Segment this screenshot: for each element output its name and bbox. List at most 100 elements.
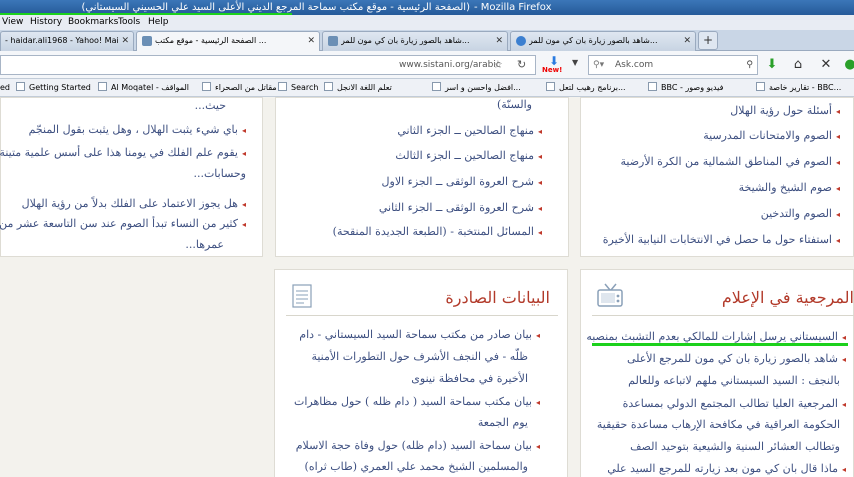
bookmark-barnamaj[interactable]: برنامج رهيب لتعل... <box>546 79 626 97</box>
menu-bar: View History Bookmarks Tools Help <box>0 15 854 30</box>
list-item[interactable]: ◂أسئلة حول رؤية الهلال <box>730 100 840 122</box>
list-item[interactable]: ◂بيان سماحة السيد (دام ظله) حول وفاة حجة… <box>296 435 540 457</box>
list-item[interactable]: ◂بيان مكتب سماحة السيد ( دام ظله ) حول م… <box>294 391 540 413</box>
menu-tools[interactable]: Tools <box>118 15 140 30</box>
menu-view[interactable]: View <box>2 15 23 30</box>
addon-icon[interactable]: ● <box>842 56 854 74</box>
bookmark-afdal[interactable]: افضل واحسن و اسر... <box>432 79 521 97</box>
bookmark-english[interactable]: تعلم اللغة الانجل <box>324 79 392 97</box>
folder-icon <box>202 82 211 91</box>
list-item[interactable]: ◂كثير من النساء تبدأ الصوم عند سن التاسع… <box>0 213 246 235</box>
list-item[interactable]: ◂الصوم والتدخين <box>761 203 840 225</box>
list-item[interactable]: ◂المسائل المنتخبة - (الطبعة الجديدة المن… <box>333 221 542 243</box>
bullet-icon: ◂ <box>841 333 846 342</box>
list-item[interactable]: وتطالب العشائر السنية والشيعية بتوحيد ال… <box>630 436 840 457</box>
bookmark-moqatel-sahra[interactable]: مقاتل من الصحراء <box>202 79 277 97</box>
list-item[interactable]: ◂استفتاء حول ما حصل في الانتخابات النياب… <box>603 229 840 251</box>
bullet-icon: ◂ <box>835 210 840 219</box>
bullet-icon: ◂ <box>241 220 246 229</box>
list-item[interactable]: ◂منهاج الصالحين ــ الجزء الثاني <box>397 120 542 142</box>
list-item[interactable]: ◂ماذا قال بان كي مون بعد زيارته للمرجع ا… <box>607 458 846 477</box>
folder-icon <box>432 82 441 91</box>
bullet-icon: ◂ <box>241 200 246 209</box>
list-item[interactable]: ◂بيان صادر من مكتب سماحة السيد السيستاني… <box>299 324 540 346</box>
folder-icon <box>324 82 333 91</box>
list-item[interactable]: ◂يقوم علم الفلك في يومنا هذا على أسس علم… <box>0 142 246 164</box>
reload-icon[interactable]: ↻ <box>517 56 526 74</box>
new-badge: New! <box>542 66 563 74</box>
bookmark-item[interactable]: ed <box>0 79 10 97</box>
list-item[interactable]: عمرها... <box>185 234 224 255</box>
bookmark-search[interactable]: Search <box>278 79 318 97</box>
list-item[interactable]: ◂منهاج الصالحين ــ الجزء الثالث <box>395 145 542 167</box>
list-item[interactable]: والسنّة) <box>497 97 532 115</box>
tab-label: شاهد بالصور زيارة بان كي مون للمر... <box>341 36 470 45</box>
bullet-icon: ◂ <box>241 126 246 135</box>
list-item[interactable]: ◂صوم الشيخ والشيخة <box>739 177 840 199</box>
bookmark-star-icon[interactable]: ☆ <box>493 56 503 74</box>
green-underline <box>592 343 848 346</box>
list-item[interactable]: يوم الجمعة <box>478 412 528 433</box>
folder-icon <box>756 82 765 91</box>
menu-help[interactable]: Help <box>148 15 169 30</box>
download-button[interactable]: ⬇ New! <box>542 54 564 76</box>
bullet-icon: ◂ <box>835 132 840 141</box>
list-item[interactable]: والمسلمين الشيخ محمد علي العمري (طاب ثرا… <box>305 456 528 477</box>
search-placeholder: Ask.com <box>615 60 654 70</box>
list-item[interactable]: ◂هل يجوز الاعتماد على الفلك بدلاً من رؤي… <box>22 193 246 215</box>
folder-icon <box>648 82 657 91</box>
bookmark-bbc-video[interactable]: BBC - فيديو وصور <box>648 79 723 97</box>
bookmark-al-moqatel[interactable]: Al Moqatel - المواقف <box>98 79 189 97</box>
search-input[interactable]: ⚲▾ Ask.com ⚲ <box>588 55 758 75</box>
menu-bookmarks[interactable]: Bookmarks <box>68 15 118 30</box>
list-item[interactable]: ◂شرح العروة الوثقى ــ الجزء الاول <box>382 171 542 193</box>
chevron-down-icon[interactable]: ▼ <box>572 58 578 67</box>
list-item[interactable]: ◂الصوم في المناطق الشمالية من الكرة الأر… <box>620 151 840 173</box>
bookmark-bbc-reports[interactable]: تقارير خاصة - BBC... <box>756 79 841 97</box>
menu-history[interactable]: History <box>30 15 62 30</box>
list-item[interactable]: ◂الصوم والامتحانات المدرسية <box>703 125 840 147</box>
bullet-icon: ◂ <box>535 331 540 340</box>
close-icon[interactable]: ✕ <box>683 32 691 50</box>
url-text: www.sistani.org/arabic <box>399 60 501 70</box>
list-item[interactable]: ◂شرح العروة الوثقى ــ الجزء الثاني <box>379 197 542 219</box>
list-item[interactable]: وحسابات... <box>193 163 246 184</box>
bookmark-getting-started[interactable]: Getting Started <box>16 79 91 97</box>
bullet-icon: ◂ <box>835 184 840 193</box>
home-icon[interactable]: ⌂ <box>790 56 806 74</box>
bullet-icon: ◂ <box>841 355 846 364</box>
tv-icon <box>597 283 623 307</box>
search-engine-icon[interactable]: ⚲▾ <box>593 56 604 74</box>
tab-yahoo-mail[interactable]: - haidar.ali1968 - Yahoo! Mail ✕ <box>0 31 134 51</box>
close-icon[interactable]: ✕ <box>307 32 315 50</box>
tab-ban-ki-moon-2[interactable]: شاهد بالصور زيارة بان كي مون للمر... ✕ <box>510 31 696 51</box>
search-icon[interactable]: ⚲ <box>746 56 753 74</box>
bullet-icon: ◂ <box>835 107 840 116</box>
tab-sistani-home[interactable]: الصفحة الرئيسية - موقع مكتب ... ✕ <box>136 31 320 51</box>
new-tab-button[interactable]: + <box>698 31 718 50</box>
list-item[interactable]: ظلّه - في النجف الأشرف حول التطورات الأم… <box>311 346 528 367</box>
folder-icon <box>278 82 287 91</box>
statements-title: البيانات الصادرة <box>445 288 550 307</box>
bullet-icon: ◂ <box>537 127 542 136</box>
download-green-icon[interactable]: ⬇ <box>764 56 780 74</box>
list-item[interactable]: ◂باي شيء يثبت الهلال ، وهل يثبت بقول الم… <box>29 119 246 141</box>
bullet-icon: ◂ <box>537 178 542 187</box>
media-title: المرجعية في الإعلام <box>721 288 854 307</box>
folder-icon <box>16 82 25 91</box>
close-icon[interactable]: ✕ <box>121 32 129 50</box>
list-item[interactable]: الحكومة العراقية في مكافحة الإرهاب مساعد… <box>597 414 840 435</box>
close-icon[interactable]: ✕ <box>495 32 503 50</box>
list-item[interactable]: حيث... <box>195 97 226 116</box>
window-app-name: - Mozilla Firefox <box>474 2 552 13</box>
list-item[interactable]: الأخيرة في محافظة نينوى <box>411 368 528 389</box>
tab-label: - haidar.ali1968 - Yahoo! Mail <box>5 36 119 45</box>
bullet-icon: ◂ <box>841 465 846 474</box>
tab-ban-ki-moon-1[interactable]: شاهد بالصور زيارة بان كي مون للمر... ✕ <box>322 31 508 51</box>
close-x-icon[interactable]: ✕ <box>818 56 834 74</box>
url-bar[interactable]: www.sistani.org/arabic ☆ ↻ <box>0 55 536 75</box>
list-item[interactable]: ◂المرجعية العليا تطالب المجتمع الدولي بم… <box>623 393 846 415</box>
list-item[interactable]: ◂شاهد بالصور زيارة بان كي مون للمرجع الأ… <box>627 348 846 370</box>
list-item[interactable]: بالنجف : السيد السيستاني ملهم لاتباعه ول… <box>628 370 840 391</box>
bullet-icon: ◂ <box>835 158 840 167</box>
